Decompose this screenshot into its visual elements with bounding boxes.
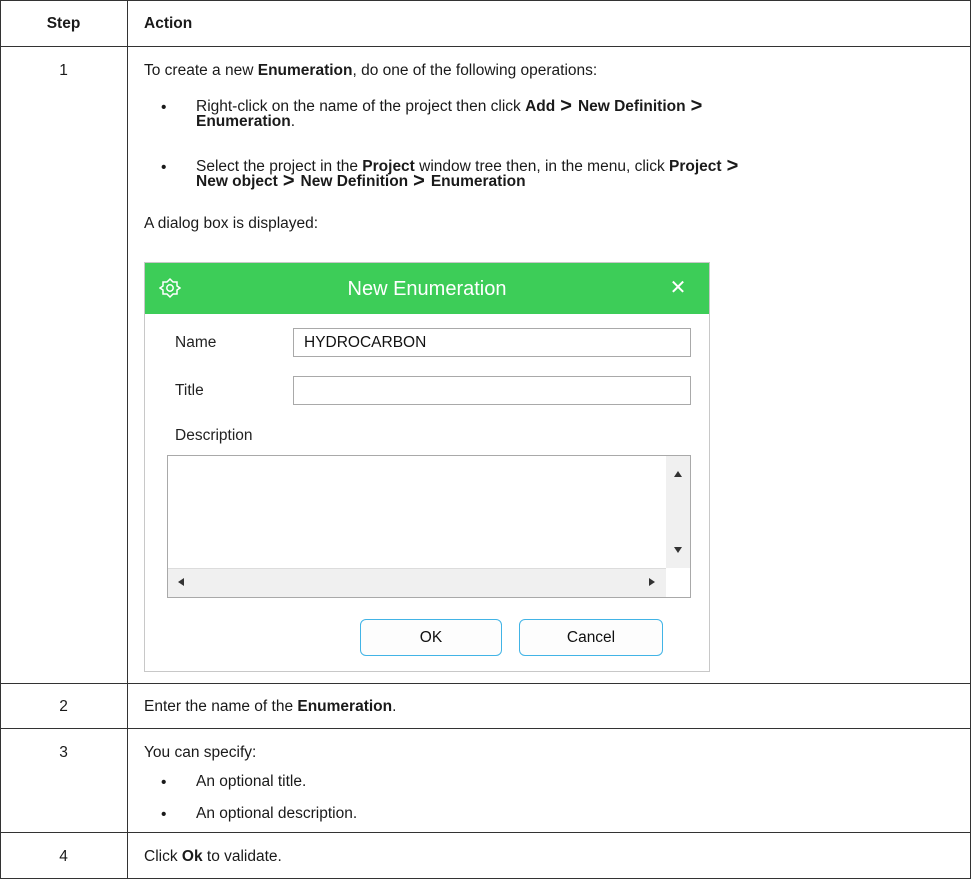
menu-path-enumeration: Enumeration bbox=[196, 113, 291, 130]
menu-separator: > bbox=[560, 95, 572, 117]
procedure-table: Step Action 1 To create a new Enumeratio… bbox=[0, 0, 971, 879]
column-divider bbox=[127, 0, 128, 879]
text: . bbox=[392, 698, 397, 715]
text: Click bbox=[144, 848, 182, 865]
step-1-option-1: Right-click on the name of the project t… bbox=[196, 95, 946, 130]
title-field[interactable] bbox=[293, 376, 691, 405]
menu-separator: > bbox=[690, 95, 703, 117]
menu-separator: > bbox=[726, 155, 739, 177]
step-4-text: Click Ok to validate. bbox=[144, 847, 944, 866]
text: to validate. bbox=[202, 848, 282, 865]
dialog-title: New Enumeration bbox=[347, 278, 507, 300]
ok-button[interactable]: OK bbox=[360, 619, 502, 656]
table-border-top bbox=[0, 0, 971, 1]
menu-separator: > bbox=[413, 170, 425, 192]
menu-path-new-definition: New Definition bbox=[577, 98, 686, 115]
step-1-after: A dialog box is displayed: bbox=[144, 215, 319, 232]
step-number: 2 bbox=[59, 698, 68, 715]
cancel-button[interactable]: Cancel bbox=[519, 619, 663, 656]
bullet: • bbox=[161, 99, 167, 116]
name-label: Name bbox=[175, 334, 217, 351]
description-label: Description bbox=[175, 427, 253, 444]
bold-term: Enumeration bbox=[297, 698, 393, 715]
step-1-option-2: Select the project in the Project window… bbox=[196, 155, 946, 192]
step-number: 4 bbox=[59, 848, 68, 865]
dialog-title-bar: New Enumeration ✕ bbox=[145, 263, 709, 314]
menu-path-enumeration: Enumeration bbox=[430, 173, 526, 190]
title-label: Title bbox=[175, 382, 204, 399]
scroll-right-icon[interactable] bbox=[649, 578, 655, 586]
close-icon[interactable]: ✕ bbox=[667, 277, 689, 299]
menu-separator: > bbox=[282, 170, 295, 192]
bullet: • bbox=[161, 159, 167, 176]
text: . bbox=[290, 113, 296, 130]
new-enumeration-dialog: New Enumeration ✕ Name HYDROCARBON Title… bbox=[144, 262, 710, 672]
step-3-text: You can specify: bbox=[144, 744, 257, 761]
action-header: Action bbox=[144, 15, 193, 32]
step-header: Step bbox=[46, 15, 81, 32]
name-field[interactable]: HYDROCARBON bbox=[293, 328, 691, 357]
scroll-up-icon[interactable] bbox=[674, 471, 682, 477]
text: To create a new bbox=[144, 62, 258, 79]
text: , do one of the following operations: bbox=[352, 62, 598, 79]
bullet: • bbox=[161, 806, 167, 823]
name-field-value: HYDROCARBON bbox=[304, 334, 427, 351]
step-3-option-1: An optional title. bbox=[196, 773, 307, 790]
vertical-scrollbar[interactable] bbox=[666, 456, 690, 568]
bold-term: Enumeration bbox=[257, 62, 353, 79]
row-divider bbox=[0, 832, 971, 833]
description-field[interactable] bbox=[167, 455, 691, 598]
step-1-intro: To create a new Enumeration, do one of t… bbox=[144, 61, 944, 80]
scroll-left-icon[interactable] bbox=[178, 578, 184, 586]
bold-term: Ok bbox=[181, 848, 203, 865]
menu-path-new-object: New object bbox=[196, 173, 278, 190]
step-number: 3 bbox=[59, 744, 68, 761]
bullet: • bbox=[161, 774, 167, 791]
menu-path-new-definition: New Definition bbox=[300, 173, 409, 190]
row-divider bbox=[0, 728, 971, 729]
step-3-option-2: An optional description. bbox=[196, 805, 358, 822]
horizontal-scrollbar[interactable] bbox=[168, 568, 666, 597]
row-divider bbox=[0, 683, 971, 684]
text: Enter the name of the bbox=[144, 698, 298, 715]
menu-path-add: Add bbox=[525, 98, 556, 115]
menu-path-project: Project bbox=[669, 158, 722, 175]
scroll-down-icon[interactable] bbox=[674, 547, 682, 553]
step-2-text: Enter the name of the Enumeration. bbox=[144, 697, 944, 716]
step-number: 1 bbox=[59, 62, 68, 79]
table-header-divider bbox=[0, 46, 971, 47]
